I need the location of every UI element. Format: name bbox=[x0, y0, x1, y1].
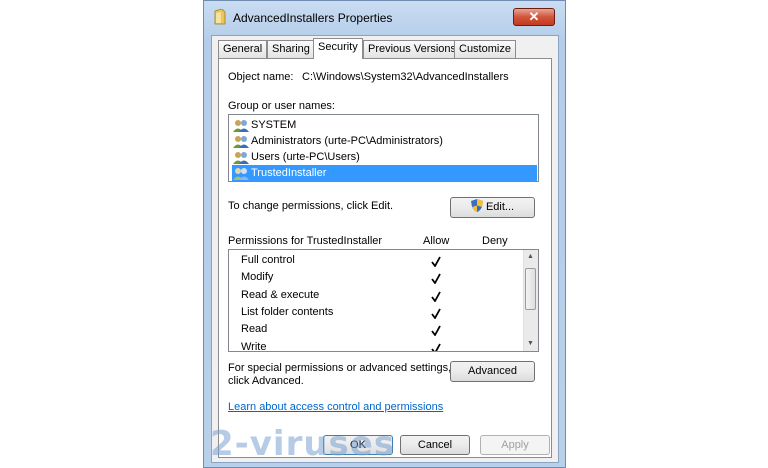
folder-icon bbox=[214, 9, 226, 25]
cancel-button[interactable]: Cancel bbox=[400, 435, 470, 455]
edit-button-label: Edit... bbox=[485, 201, 515, 213]
permission-label: Read & execute bbox=[241, 288, 320, 301]
permission-label: Full control bbox=[241, 254, 295, 266]
close-button[interactable]: ✕ bbox=[513, 8, 555, 26]
tab-customize[interactable]: Customize bbox=[454, 40, 516, 58]
permission-label: Write bbox=[241, 340, 267, 352]
list-item-label: Users (urte-PC\Users) bbox=[251, 151, 360, 163]
permission-row: List folder contents bbox=[229, 305, 524, 321]
object-name-value: C:\Windows\System32\AdvancedInstallers bbox=[302, 71, 509, 83]
list-item[interactable]: Administrators (urte-PC\Administrators) bbox=[233, 133, 443, 149]
scroll-down-icon[interactable]: ▼ bbox=[527, 340, 534, 347]
title-bar[interactable]: AdvancedInstallers Properties ✕ bbox=[204, 1, 565, 35]
permission-row: Read bbox=[229, 322, 524, 338]
permissions-scrollbar[interactable]: ▲ ▼ bbox=[523, 250, 538, 351]
users-icon bbox=[233, 119, 249, 132]
permissions-list[interactable]: Full control Modify Read & execute List fol… bbox=[228, 249, 539, 352]
list-item-label: TrustedInstaller bbox=[251, 167, 327, 179]
watermark-logo: 2-viruses bbox=[210, 424, 396, 464]
deny-column-header: Deny bbox=[482, 235, 508, 247]
tab-previous-versions[interactable]: Previous Versions bbox=[363, 40, 462, 58]
permission-row: Write bbox=[229, 340, 524, 352]
allow-check-icon bbox=[431, 256, 441, 267]
tab-security[interactable]: Security bbox=[313, 38, 363, 59]
list-item-selected[interactable]: TrustedInstaller bbox=[232, 165, 537, 181]
permission-label: List folder contents bbox=[241, 305, 334, 318]
dialog-body: General Sharing Security Previous Versio… bbox=[211, 35, 559, 463]
special-permissions-text-2: click Advanced. bbox=[228, 375, 304, 387]
learn-permissions-link[interactable]: Learn about access control and permissio… bbox=[228, 401, 443, 413]
properties-dialog: AdvancedInstallers Properties ✕ General … bbox=[203, 0, 566, 468]
tab-sharing[interactable]: Sharing bbox=[267, 40, 315, 58]
permission-row: Read & execute bbox=[229, 288, 524, 304]
users-icon bbox=[233, 167, 249, 180]
allow-check-icon bbox=[431, 308, 441, 319]
list-item[interactable]: Users (urte-PC\Users) bbox=[233, 149, 360, 165]
window-title: AdvancedInstallers Properties bbox=[233, 11, 393, 25]
allow-check-icon bbox=[431, 325, 441, 337]
security-panel: Object name: C:\Windows\System32\Advance… bbox=[218, 58, 552, 458]
group-list[interactable]: SYSTEM Administrators (urte-PC\Administr… bbox=[228, 114, 539, 182]
allow-check-icon bbox=[431, 291, 441, 302]
list-item[interactable]: SYSTEM bbox=[233, 117, 296, 133]
object-name-label: Object name: bbox=[228, 71, 294, 83]
scroll-thumb[interactable] bbox=[525, 268, 536, 310]
tab-general[interactable]: General bbox=[218, 40, 268, 58]
allow-check-icon bbox=[431, 273, 441, 285]
scroll-up-icon[interactable]: ▲ bbox=[527, 253, 534, 260]
allow-column-header: Allow bbox=[423, 235, 450, 247]
apply-button[interactable]: Apply bbox=[480, 435, 550, 455]
shield-icon bbox=[470, 199, 483, 212]
users-icon bbox=[233, 151, 249, 164]
edit-button[interactable]: Edit... bbox=[450, 197, 535, 218]
advanced-button[interactable]: Advanced bbox=[450, 361, 535, 382]
users-icon bbox=[233, 135, 249, 148]
group-names-label: Group or user names: bbox=[228, 100, 335, 112]
permission-label: Read bbox=[241, 323, 268, 336]
permissions-header: Permissions for TrustedInstaller bbox=[228, 235, 383, 247]
permission-row: Full control bbox=[229, 253, 524, 269]
list-item-label: SYSTEM bbox=[251, 119, 297, 131]
close-icon: ✕ bbox=[528, 9, 540, 24]
list-item-label: Administrators (urte-PC\Administrators) bbox=[251, 135, 443, 147]
change-permissions-text: To change permissions, click Edit. bbox=[228, 200, 394, 212]
allow-check-icon bbox=[431, 343, 441, 351]
permission-label: Modify bbox=[241, 271, 274, 284]
special-permissions-text: For special permissions or advanced sett… bbox=[228, 362, 452, 374]
permission-row: Modify bbox=[229, 270, 524, 286]
